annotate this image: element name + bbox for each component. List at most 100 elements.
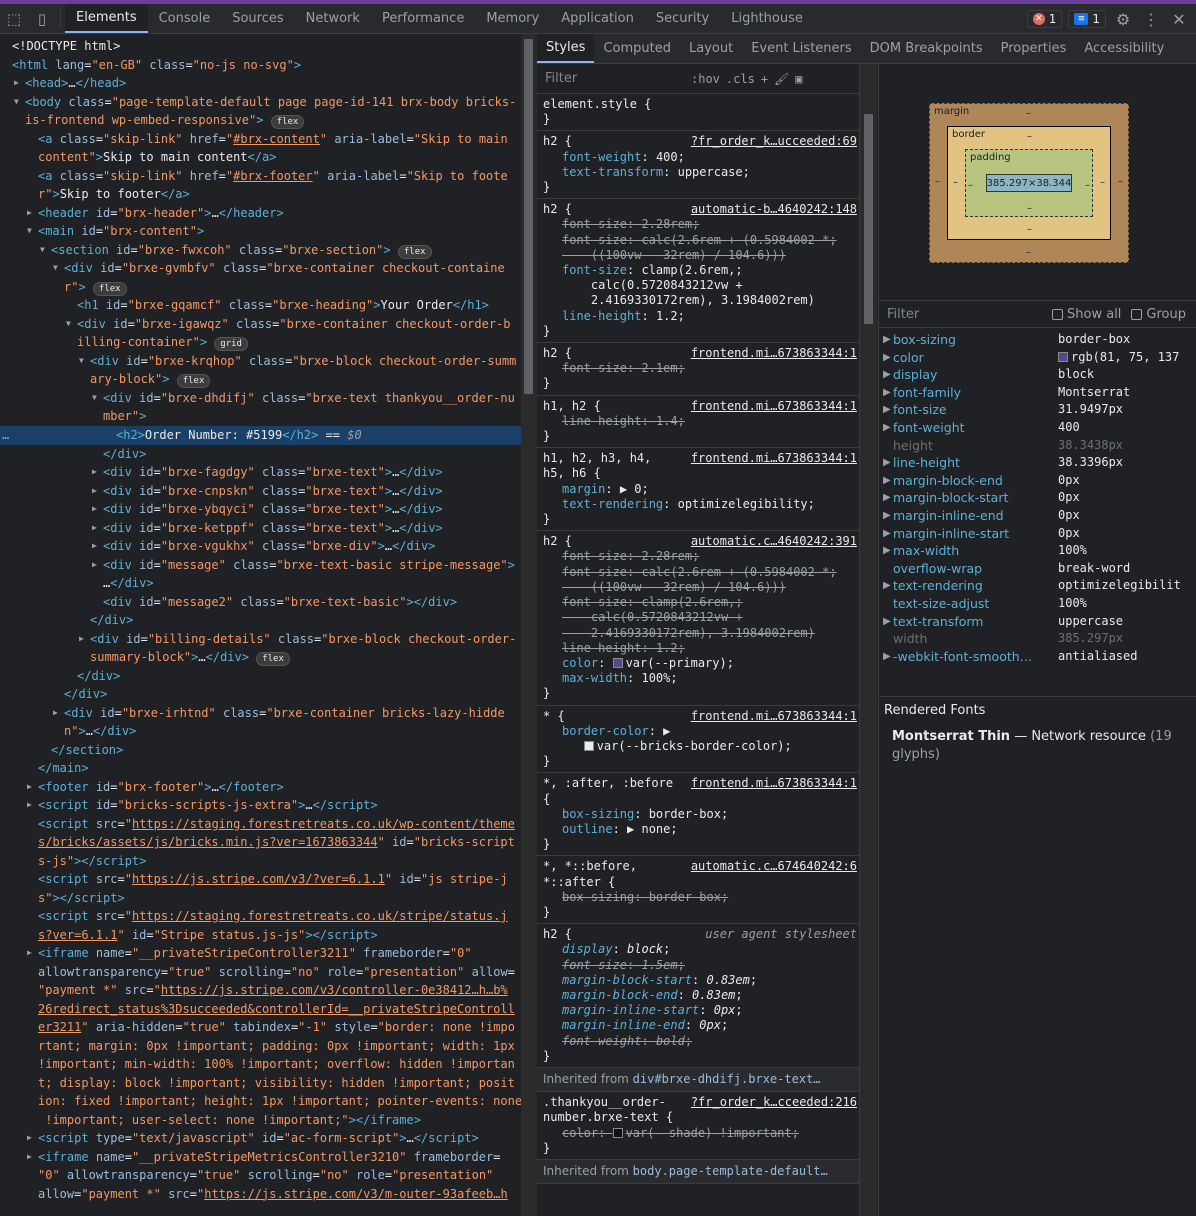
dom-node[interactable]: ▶ <div id="brxe-irhtnd" class="brxe-conta…	[0, 704, 521, 723]
dom-node[interactable]: "0" allowtransparency="true" scrolling="…	[0, 1166, 521, 1185]
computed-property[interactable]: ▶ text-transform uppercase	[879, 613, 1196, 631]
padding-bottom-value[interactable]: –	[1027, 203, 1032, 214]
dom-node[interactable]: ▶ <div id="brxe-ybqyci" class="brxe-text"…	[0, 500, 521, 519]
dom-node[interactable]: ▶ <div id="message" class="brxe-text-basi…	[0, 556, 521, 575]
dom-node[interactable]: <div id="message2" class="brxe-text-basi…	[0, 593, 521, 612]
styles-filter-input[interactable]: Filter	[545, 71, 685, 86]
computed-property[interactable]: ▶ font-size 31.9497px	[879, 401, 1196, 419]
inherited-element-link[interactable]: body.page-template-default…	[633, 1164, 828, 1178]
css-property[interactable]: line-height: 1.2;	[543, 309, 853, 324]
dom-node[interactable]: ▼ <body class="page-template-default page…	[0, 93, 521, 112]
dom-node[interactable]: </div>	[0, 667, 521, 686]
dom-node[interactable]: ▶ <iframe name="__privateStripeMetricsCon…	[0, 1148, 521, 1167]
dom-node[interactable]: </main>	[0, 759, 521, 778]
dom-node[interactable]: <html lang="en-GB" class="no-js no-svg">	[0, 56, 521, 75]
css-property[interactable]: display: block;	[543, 942, 853, 957]
subtab-computed[interactable]: Computed	[594, 34, 680, 63]
dom-node[interactable]: ▶ <script id="bricks-scripts-js-extra">…<…	[0, 796, 521, 815]
dom-tree[interactable]: <!DOCTYPE html> <html lang="en-GB" class=…	[0, 34, 521, 1216]
padding-left-value[interactable]: –	[968, 180, 973, 191]
computed-property[interactable]: ▶ margin-block-start 0px	[879, 489, 1196, 507]
tab-application[interactable]: Application	[550, 4, 645, 33]
expand-toggle-icon[interactable]: ▶	[92, 519, 97, 538]
tab-lighthouse[interactable]: Lighthouse	[720, 4, 814, 33]
dom-node[interactable]: s"></script>	[0, 889, 521, 908]
more-options-icon[interactable]: ⋮	[1140, 10, 1162, 29]
error-counter[interactable]: ✕ 1	[1026, 10, 1063, 28]
expand-toggle-icon[interactable]: ▶	[879, 472, 893, 490]
margin-right-value[interactable]: –	[1118, 176, 1123, 187]
paint-icon[interactable]: 🖌	[774, 72, 789, 86]
css-property[interactable]: max-width: 100%;	[543, 671, 853, 686]
subtab-accessibility[interactable]: Accessibility	[1075, 34, 1173, 63]
subtab-event-listeners[interactable]: Event Listeners	[742, 34, 860, 63]
computed-property[interactable]: ▶ margin-inline-start 0px	[879, 525, 1196, 543]
expand-toggle-icon[interactable]: ▶	[92, 482, 97, 501]
dom-node[interactable]: "payment *" src="https://js.stripe.com/v…	[0, 981, 521, 1000]
expand-toggle-icon[interactable]: ▶	[27, 778, 32, 797]
expand-toggle-icon[interactable]: ▶	[92, 500, 97, 519]
styles-scroll-thumb[interactable]	[864, 114, 873, 324]
selected-node[interactable]: … <h2>Order Number: #5199</h2> == $0	[0, 425, 521, 445]
expand-toggle-icon[interactable]: ▶	[879, 366, 893, 384]
dom-node[interactable]: s-js"></script>	[0, 852, 521, 871]
rule-source-link[interactable]: frontend.mi…673863344:1	[691, 451, 857, 466]
show-all-checkbox[interactable]: Show all	[1052, 307, 1121, 322]
tab-performance[interactable]: Performance	[371, 4, 475, 33]
border-right-value[interactable]: –	[1100, 177, 1105, 188]
dom-node[interactable]: r"> flex	[0, 278, 521, 297]
dom-node[interactable]: ▼ <main id="brx-content">	[0, 222, 521, 241]
dom-node[interactable]: s/bricks/assets/js/bricks.min.js?ver=167…	[0, 833, 521, 852]
css-property[interactable]: margin-block-end: 0.83em;	[543, 988, 853, 1003]
border-top-value[interactable]: –	[1027, 131, 1032, 142]
dom-node[interactable]: ▼ <div id="brxe-krqhop" class="brxe-block…	[0, 352, 521, 371]
dom-node[interactable]: rtant; margin: 0px !important; padding: …	[0, 1037, 521, 1056]
dom-node[interactable]: ▶ <script type="text/javascript" id="ac-f…	[0, 1129, 521, 1148]
sidebar-toggle-icon[interactable]: ▣	[795, 72, 802, 86]
device-toolbar-icon[interactable]: ▯	[28, 4, 56, 33]
css-property[interactable]: margin: ▶ 0;	[543, 482, 853, 497]
css-property[interactable]: text-transform: uppercase;	[543, 165, 853, 180]
expand-toggle-icon[interactable]: ▶	[879, 507, 893, 525]
dom-node[interactable]: ▶ <div id="billing-details" class="brxe-b…	[0, 630, 521, 649]
computed-filter-input[interactable]: Filter	[887, 307, 1052, 322]
expand-toggle-icon[interactable]	[879, 560, 893, 578]
tab-elements[interactable]: Elements	[65, 4, 148, 33]
dom-node[interactable]: ▶ <header id="brx-header">…</header>	[0, 204, 521, 223]
dom-node[interactable]: <a class="skip-link" href="#brx-content"…	[0, 130, 521, 149]
expand-toggle-icon[interactable]: ▶	[92, 556, 97, 575]
expand-toggle-icon[interactable]: ▼	[66, 315, 71, 334]
dom-node[interactable]: ▶ <div id="brxe-fagdgy" class="brxe-text"…	[0, 463, 521, 482]
inherited-element-link[interactable]: div#brxe-dhdifj.brxe-text…	[633, 1072, 821, 1086]
styles-scrollbar[interactable]	[859, 64, 877, 1216]
dom-node[interactable]: !important; min-width: 100% !important; …	[0, 1055, 521, 1074]
expand-toggle-icon[interactable]: ▼	[40, 241, 45, 260]
tab-network[interactable]: Network	[295, 4, 371, 33]
css-property[interactable]: border-color: ▶ var(--bricks-border-colo…	[543, 724, 853, 754]
expand-toggle-icon[interactable]: ▶	[92, 463, 97, 482]
dom-node[interactable]: <script src="https://staging.forestretre…	[0, 815, 521, 834]
hov-toggle[interactable]: :hov	[691, 72, 720, 86]
rule-source-link[interactable]: ?fr_order_k…ucceeded:69	[691, 134, 857, 149]
expand-toggle-icon[interactable]: ▼	[79, 352, 84, 371]
expand-toggle-icon[interactable]: ▶	[879, 331, 893, 349]
expand-toggle-icon[interactable]: ▶	[27, 1129, 32, 1148]
expand-toggle-icon[interactable]	[879, 630, 893, 648]
dom-node[interactable]: allow="payment *" src="https://js.stripe…	[0, 1185, 521, 1204]
dom-node[interactable]: t; display: block !important; visibility…	[0, 1074, 521, 1093]
expand-toggle-icon[interactable]	[879, 595, 893, 613]
computed-property[interactable]: height 38.3438px	[879, 437, 1196, 455]
border-bottom-value[interactable]: –	[1027, 224, 1032, 235]
subtab-properties[interactable]: Properties	[992, 34, 1076, 63]
dom-node[interactable]: <!DOCTYPE html>	[0, 37, 521, 56]
new-rule-icon[interactable]: +	[761, 72, 768, 86]
box-model-padding[interactable]: padding – – – 385.297×38.344	[965, 149, 1093, 217]
dom-node[interactable]: r">Skip to footer</a>	[0, 185, 521, 204]
rule-source-link[interactable]: frontend.mi…673863344:1	[691, 709, 857, 724]
dom-node[interactable]: er3211" aria-hidden="true" tabindex="-1"…	[0, 1018, 521, 1037]
css-property[interactable]: color: var(--primary);	[543, 656, 853, 671]
dom-node[interactable]: ary-block"> flex	[0, 370, 521, 389]
css-property[interactable]: margin-block-start: 0.83em;	[543, 973, 853, 988]
dom-node[interactable]: <a class="skip-link" href="#brx-footer" …	[0, 167, 521, 186]
computed-property[interactable]: text-size-adjust 100%	[879, 595, 1196, 613]
